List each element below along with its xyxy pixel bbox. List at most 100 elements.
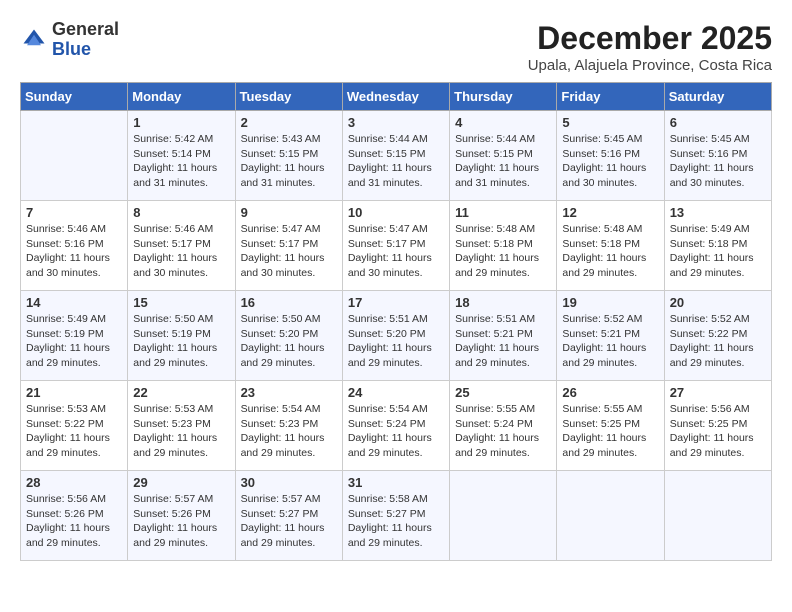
week-row-1: 1Sunrise: 5:42 AM Sunset: 5:14 PM Daylig… (21, 111, 772, 201)
day-number: 30 (241, 475, 337, 490)
day-number: 21 (26, 385, 122, 400)
calendar-cell: 25 Sunrise: 5:55 AM Sunset: 5:24 PM Dayli… (450, 381, 557, 471)
day-info: Sunrise: 5:45 AM Sunset: 5:16 PM Dayligh… (670, 132, 766, 191)
calendar-cell: 6 Sunrise: 5:45 AM Sunset: 5:16 PM Daylig… (664, 111, 771, 201)
day-info: Sunrise: 5:51 AM Sunset: 5:20 PM Dayligh… (348, 312, 444, 371)
logo-icon (20, 26, 48, 54)
calendar-cell: 30 Sunrise: 5:57 AM Sunset: 5:27 PM Dayli… (235, 471, 342, 561)
calendar-cell: 29Sunrise: 5:57 AM Sunset: 5:26 PM Dayli… (128, 471, 235, 561)
logo: General Blue (20, 20, 119, 60)
day-info: Sunrise: 5:52 AM Sunset: 5:21 PM Dayligh… (562, 312, 658, 371)
day-number: 13 (670, 205, 766, 220)
day-number: 11 (455, 205, 551, 220)
calendar-header-row: SundayMondayTuesdayWednesdayThursdayFrid… (21, 83, 772, 111)
day-number: 14 (26, 295, 122, 310)
day-number: 5 (562, 115, 658, 130)
calendar-cell: 15 Sunrise: 5:50 AM Sunset: 5:19 PM Dayli… (128, 291, 235, 381)
column-header-monday: Monday (128, 83, 235, 111)
calendar-cell: 10 Sunrise: 5:47 AM Sunset: 5:17 PM Dayli… (342, 201, 449, 291)
calendar-cell (664, 471, 771, 561)
calendar-cell: 14 Sunrise: 5:49 AM Sunset: 5:19 PM Dayli… (21, 291, 128, 381)
day-info: Sunrise: 5:49 AM Sunset: 5:18 PM Dayligh… (670, 222, 766, 281)
day-number: 27 (670, 385, 766, 400)
month-year: December 2025 (528, 20, 772, 57)
day-info: Sunrise: 5:47 AM Sunset: 5:17 PM Dayligh… (241, 222, 337, 281)
day-info: Sunrise: 5:57 AM Sunset: 5:27 PM Dayligh… (241, 492, 337, 551)
day-number: 8 (133, 205, 229, 220)
calendar-cell: 20 Sunrise: 5:52 AM Sunset: 5:22 PM Dayli… (664, 291, 771, 381)
day-number: 16 (241, 295, 337, 310)
day-number: 12 (562, 205, 658, 220)
week-row-4: 21 Sunrise: 5:53 AM Sunset: 5:22 PM Dayli… (21, 381, 772, 471)
calendar-cell: 12 Sunrise: 5:48 AM Sunset: 5:18 PM Dayli… (557, 201, 664, 291)
logo-text: General Blue (52, 20, 119, 60)
day-info: Sunrise: 5:51 AM Sunset: 5:21 PM Dayligh… (455, 312, 551, 371)
calendar-cell: 1Sunrise: 5:42 AM Sunset: 5:14 PM Daylig… (128, 111, 235, 201)
column-header-tuesday: Tuesday (235, 83, 342, 111)
calendar-cell: 13 Sunrise: 5:49 AM Sunset: 5:18 PM Dayli… (664, 201, 771, 291)
day-info: Sunrise: 5:56 AM Sunset: 5:26 PM Dayligh… (26, 492, 122, 551)
day-info: Sunrise: 5:55 AM Sunset: 5:25 PM Dayligh… (562, 402, 658, 461)
column-header-friday: Friday (557, 83, 664, 111)
calendar-cell: 4 Sunrise: 5:44 AM Sunset: 5:15 PM Daylig… (450, 111, 557, 201)
day-info: Sunrise: 5:55 AM Sunset: 5:24 PM Dayligh… (455, 402, 551, 461)
calendar-cell: 19 Sunrise: 5:52 AM Sunset: 5:21 PM Dayli… (557, 291, 664, 381)
day-info: Sunrise: 5:45 AM Sunset: 5:16 PM Dayligh… (562, 132, 658, 191)
day-info: Sunrise: 5:54 AM Sunset: 5:23 PM Dayligh… (241, 402, 337, 461)
day-info: Sunrise: 5:53 AM Sunset: 5:22 PM Dayligh… (26, 402, 122, 461)
column-header-thursday: Thursday (450, 83, 557, 111)
day-info: Sunrise: 5:48 AM Sunset: 5:18 PM Dayligh… (455, 222, 551, 281)
calendar-cell: 21 Sunrise: 5:53 AM Sunset: 5:22 PM Dayli… (21, 381, 128, 471)
day-info: Sunrise: 5:52 AM Sunset: 5:22 PM Dayligh… (670, 312, 766, 371)
day-number: 2 (241, 115, 337, 130)
day-info: Sunrise: 5:50 AM Sunset: 5:19 PM Dayligh… (133, 312, 229, 371)
calendar-cell: 11 Sunrise: 5:48 AM Sunset: 5:18 PM Dayli… (450, 201, 557, 291)
day-info: Sunrise: 5:57 AM Sunset: 5:26 PM Dayligh… (133, 492, 229, 551)
calendar-cell (557, 471, 664, 561)
day-info: Sunrise: 5:43 AM Sunset: 5:15 PM Dayligh… (241, 132, 337, 191)
day-number: 4 (455, 115, 551, 130)
day-number: 19 (562, 295, 658, 310)
day-info: Sunrise: 5:44 AM Sunset: 5:15 PM Dayligh… (455, 132, 551, 191)
day-info: Sunrise: 5:48 AM Sunset: 5:18 PM Dayligh… (562, 222, 658, 281)
calendar-cell: 8Sunrise: 5:46 AM Sunset: 5:17 PM Daylig… (128, 201, 235, 291)
title-block: December 2025 Upala, Alajuela Province, … (528, 20, 772, 74)
day-info: Sunrise: 5:49 AM Sunset: 5:19 PM Dayligh… (26, 312, 122, 371)
page-header: General Blue December 2025 Upala, Alajue… (20, 20, 772, 74)
calendar-cell: 5 Sunrise: 5:45 AM Sunset: 5:16 PM Daylig… (557, 111, 664, 201)
logo-blue: Blue (52, 39, 91, 59)
column-header-wednesday: Wednesday (342, 83, 449, 111)
day-number: 26 (562, 385, 658, 400)
logo-general: General (52, 19, 119, 39)
day-number: 31 (348, 475, 444, 490)
day-number: 28 (26, 475, 122, 490)
calendar-cell: 7Sunrise: 5:46 AM Sunset: 5:16 PM Daylig… (21, 201, 128, 291)
day-number: 6 (670, 115, 766, 130)
week-row-5: 28 Sunrise: 5:56 AM Sunset: 5:26 PM Dayli… (21, 471, 772, 561)
week-row-3: 14 Sunrise: 5:49 AM Sunset: 5:19 PM Dayli… (21, 291, 772, 381)
day-info: Sunrise: 5:46 AM Sunset: 5:16 PM Dayligh… (26, 222, 122, 281)
day-number: 18 (455, 295, 551, 310)
calendar-cell (450, 471, 557, 561)
calendar-cell: 23Sunrise: 5:54 AM Sunset: 5:23 PM Dayli… (235, 381, 342, 471)
day-info: Sunrise: 5:47 AM Sunset: 5:17 PM Dayligh… (348, 222, 444, 281)
calendar-table: SundayMondayTuesdayWednesdayThursdayFrid… (20, 82, 772, 561)
day-number: 1 (133, 115, 229, 130)
day-info: Sunrise: 5:56 AM Sunset: 5:25 PM Dayligh… (670, 402, 766, 461)
calendar-cell: 16Sunrise: 5:50 AM Sunset: 5:20 PM Dayli… (235, 291, 342, 381)
week-row-2: 7Sunrise: 5:46 AM Sunset: 5:16 PM Daylig… (21, 201, 772, 291)
calendar-cell: 26 Sunrise: 5:55 AM Sunset: 5:25 PM Dayli… (557, 381, 664, 471)
calendar-cell: 9Sunrise: 5:47 AM Sunset: 5:17 PM Daylig… (235, 201, 342, 291)
calendar-cell: 17Sunrise: 5:51 AM Sunset: 5:20 PM Dayli… (342, 291, 449, 381)
day-number: 20 (670, 295, 766, 310)
day-info: Sunrise: 5:54 AM Sunset: 5:24 PM Dayligh… (348, 402, 444, 461)
calendar-cell: 18 Sunrise: 5:51 AM Sunset: 5:21 PM Dayli… (450, 291, 557, 381)
day-number: 3 (348, 115, 444, 130)
day-number: 10 (348, 205, 444, 220)
day-number: 25 (455, 385, 551, 400)
day-number: 15 (133, 295, 229, 310)
day-number: 24 (348, 385, 444, 400)
calendar-cell: 22Sunrise: 5:53 AM Sunset: 5:23 PM Dayli… (128, 381, 235, 471)
calendar-cell: 2 Sunrise: 5:43 AM Sunset: 5:15 PM Daylig… (235, 111, 342, 201)
location: Upala, Alajuela Province, Costa Rica (528, 57, 772, 74)
